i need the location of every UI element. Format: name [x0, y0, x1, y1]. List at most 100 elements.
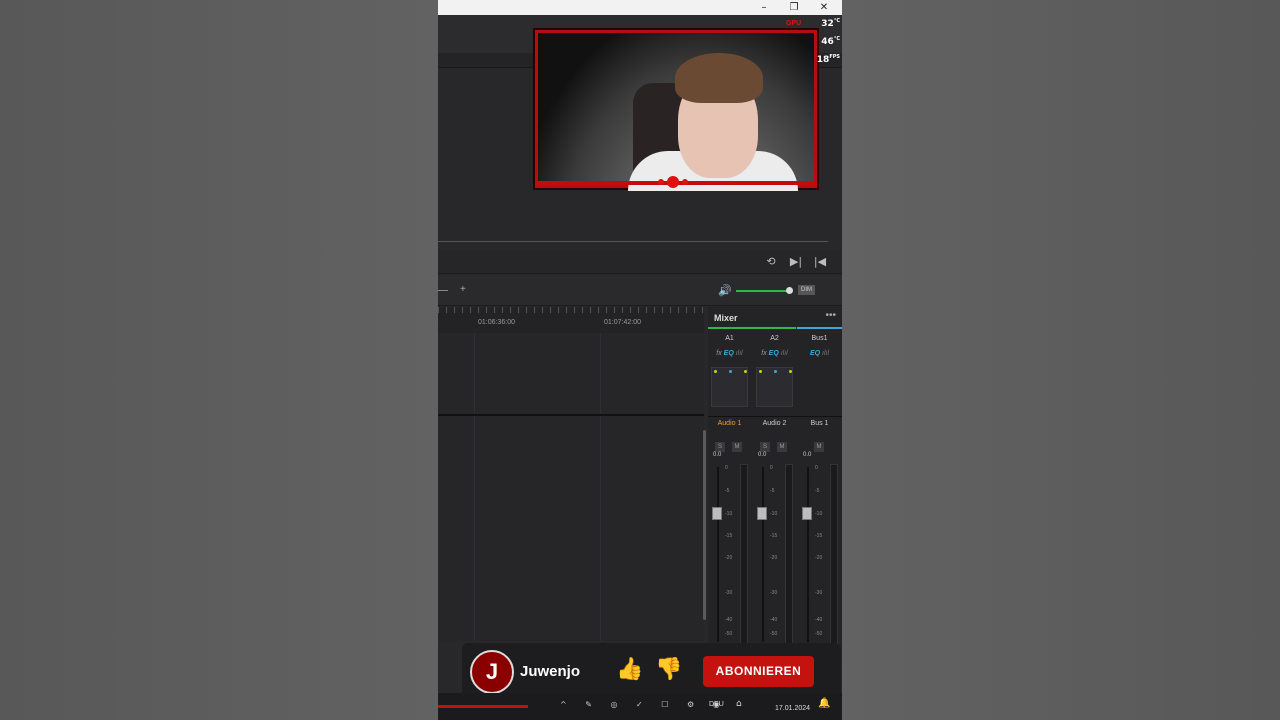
gpu-temp: 32°C: [817, 18, 840, 36]
channel-name: Audio 2: [762, 420, 787, 427]
zoom-in-icon[interactable]: +: [460, 284, 466, 295]
cpu-temp: 46°C: [817, 36, 840, 54]
scale-label: -15: [770, 533, 778, 539]
grid-line: [474, 333, 475, 641]
restore-button[interactable]: ❐: [780, 0, 808, 15]
eq-band-dot: [729, 370, 732, 373]
level-meter: [830, 464, 838, 644]
gain-value: 0.0: [803, 452, 812, 458]
timecode-label: 01:07:42:00: [604, 319, 641, 326]
dynamics-icon[interactable]: ılıl: [781, 350, 788, 357]
channel-accent: [708, 327, 796, 329]
viewer-scrubber[interactable]: [438, 241, 828, 242]
webcam-overlay: [535, 30, 817, 191]
channel-name[interactable]: Juwenjo: [520, 663, 580, 680]
dynamics-icon[interactable]: ılıl: [736, 350, 743, 357]
mixer-channel-a1: A1 fx EQ ılıl Audio 1 SM 0.0 0 -5 -10 -1…: [708, 331, 751, 661]
transport-controls: ⟲ ▶| |◀: [438, 250, 842, 274]
channel-effects[interactable]: fx EQ ılıl: [708, 350, 751, 357]
eq-icon[interactable]: EQ: [769, 350, 779, 357]
scale-label: -15: [815, 533, 823, 539]
speaker-icon[interactable]: 🔊: [718, 284, 732, 297]
scale-label: 0: [815, 465, 818, 471]
mixer-channel-bus1: Bus1 EQ ılıl Bus 1 M 0.0 0 -5 -10 -15 -2…: [798, 331, 841, 661]
temp-unit: °C: [833, 36, 840, 42]
dim-button[interactable]: DIM: [798, 285, 815, 295]
channel-label: Bus1: [811, 335, 828, 342]
scale-label: -30: [725, 590, 733, 596]
eq-band-dot: [789, 370, 792, 373]
mute-button[interactable]: M: [732, 442, 742, 452]
next-frame-icon[interactable]: ▶|: [789, 255, 803, 269]
eq-icon[interactable]: EQ: [810, 350, 820, 357]
timecode-label: 01:06:36:00: [478, 319, 515, 326]
system-tray-icons[interactable]: ^ ✎ ◎ ✓ ☐ ⚙ ◉: [560, 700, 728, 709]
windows-taskbar: ^ ✎ ◎ ✓ ☐ ⚙ ◉ DEU ⌂ 17.01.2024 🔔: [438, 693, 842, 720]
timeline-area[interactable]: 01:06:36:00 01:07:42:00: [438, 307, 704, 641]
subscribe-button[interactable]: ABONNIEREN: [703, 656, 814, 687]
volume-slider-knob[interactable]: [786, 287, 793, 294]
level-meter: [740, 464, 748, 644]
blurred-background-right: [842, 0, 1280, 720]
fader-knob[interactable]: [802, 507, 812, 520]
solo-button[interactable]: S: [760, 442, 770, 452]
app-window: – ❐ ✕ ⟲ ▶| |◀ + 🔊 DIM 01:06:36:00 01:07:…: [438, 0, 842, 720]
prev-frame-icon[interactable]: |◀: [813, 255, 827, 269]
thumbs-down-icon[interactable]: 👎: [655, 657, 682, 682]
eq-icon[interactable]: EQ: [724, 350, 734, 357]
temp-value: 32: [821, 19, 834, 29]
fader-knob[interactable]: [712, 507, 722, 520]
timeline-scrollbar[interactable]: [703, 430, 706, 620]
channel-effects[interactable]: fx EQ ılıl: [753, 350, 796, 357]
fader-track[interactable]: [762, 467, 764, 642]
scale-label: -5: [725, 488, 730, 494]
thumbs-up-icon[interactable]: 👍: [616, 657, 643, 682]
language-indicator[interactable]: DEU: [709, 701, 724, 708]
fader-track[interactable]: [717, 467, 719, 642]
track-separator[interactable]: [438, 414, 704, 416]
scale-label: -30: [770, 590, 778, 596]
mute-button[interactable]: M: [814, 442, 824, 452]
fx-icon[interactable]: fx: [761, 350, 766, 357]
eq-band-dot: [759, 370, 762, 373]
scale-label: 0: [725, 465, 728, 471]
close-button[interactable]: ✕: [810, 0, 838, 15]
channel-avatar[interactable]: J: [470, 650, 514, 694]
gpu-label: GPU: [786, 20, 802, 27]
channel-label: A1: [725, 335, 734, 342]
gain-value: 0.0: [758, 452, 767, 458]
scale-label: -10: [725, 511, 733, 517]
zoom-line: [438, 290, 448, 291]
dynamics-icon[interactable]: ılıl: [822, 350, 829, 357]
blurred-background-left: [0, 0, 438, 720]
fader-track[interactable]: [807, 467, 809, 642]
fx-icon[interactable]: fx: [716, 350, 721, 357]
loop-icon[interactable]: ⟲: [764, 255, 778, 269]
person-hair: [675, 53, 763, 103]
channel-effects[interactable]: EQ ılıl: [798, 350, 841, 357]
timeline-toolbar: + 🔊 DIM: [438, 276, 842, 306]
scale-label: -40: [770, 617, 778, 623]
fader-knob[interactable]: [757, 507, 767, 520]
mixer-menu-icon[interactable]: •••: [825, 310, 836, 321]
fps-unit: FPS: [829, 54, 840, 60]
mute-button[interactable]: M: [777, 442, 787, 452]
scale-label: -30: [815, 590, 823, 596]
network-icon[interactable]: ⌂: [736, 699, 742, 709]
eq-band-dot: [744, 370, 747, 373]
solo-mute-group: SM: [715, 435, 749, 453]
eq-graph[interactable]: [756, 367, 793, 407]
channel-accent: [797, 327, 842, 329]
minimize-button[interactable]: –: [750, 0, 778, 15]
webcam-frame-dots: [658, 173, 691, 191]
volume-slider[interactable]: [736, 290, 790, 292]
scale-label: -20: [815, 555, 823, 561]
notification-bell-icon[interactable]: 🔔: [818, 698, 830, 709]
timeline-ruler[interactable]: 01:06:36:00 01:07:42:00: [438, 307, 704, 333]
eq-graph[interactable]: [711, 367, 748, 407]
scale-label: -10: [815, 511, 823, 517]
scale-label: -5: [815, 488, 820, 494]
taskbar-date[interactable]: 17.01.2024: [775, 705, 810, 712]
solo-button[interactable]: S: [715, 442, 725, 452]
overlay-red-line: [438, 705, 528, 708]
